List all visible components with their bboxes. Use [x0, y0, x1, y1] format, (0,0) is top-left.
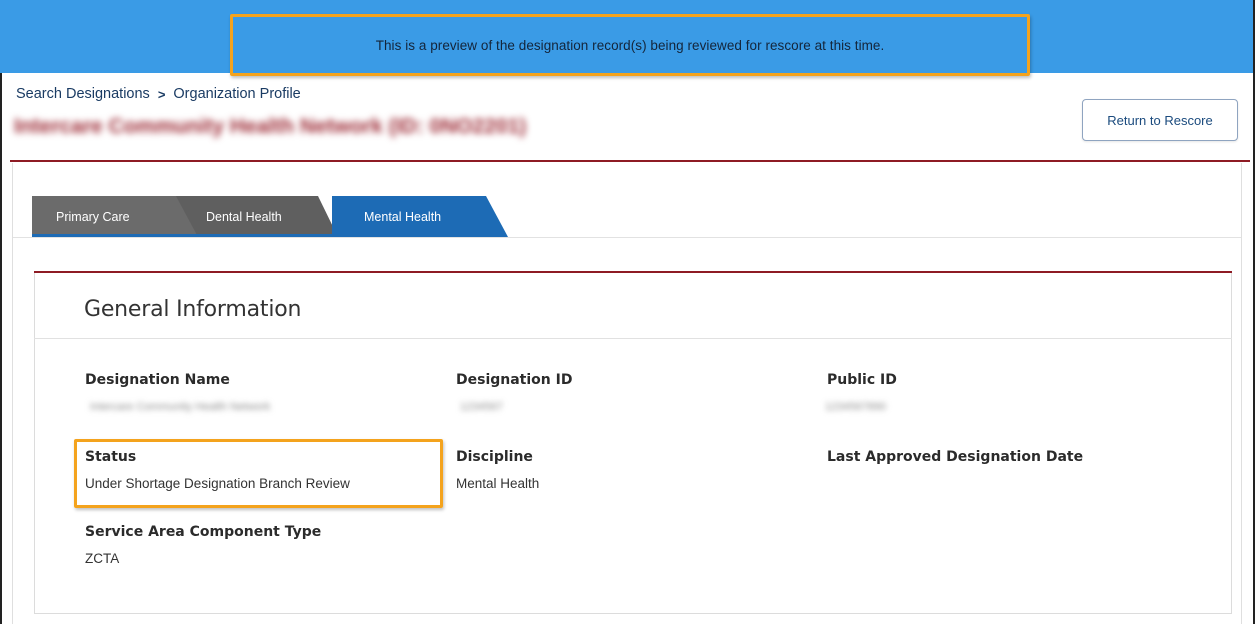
public-id-value: 1234567890	[825, 401, 887, 413]
designation-name-value: Intercare Community Health Network	[90, 401, 271, 413]
panel-title: General Information	[84, 297, 302, 322]
chevron-right-icon: >	[157, 86, 166, 102]
breadcrumb-organization-profile[interactable]: Organization Profile	[173, 86, 300, 102]
status-label: Status	[85, 449, 137, 465]
service-area-type-label: Service Area Component Type	[85, 524, 322, 540]
tab-dental-health[interactable]: Dental Health	[176, 196, 338, 237]
tab-label: Mental Health	[364, 209, 442, 224]
status-value: Under Shortage Designation Branch Review	[85, 476, 350, 491]
tab-label: Dental Health	[206, 209, 282, 224]
panel-header: General Information	[34, 273, 1232, 339]
last-approved-date-label: Last Approved Designation Date	[827, 449, 1084, 465]
organization-title: Intercare Community Health Network (ID: …	[14, 113, 732, 141]
public-id-label: Public ID	[827, 372, 897, 388]
banner-highlight-box: This is a preview of the designation rec…	[230, 14, 1030, 76]
return-to-rescore-button[interactable]: Return to Rescore	[1082, 99, 1238, 141]
tab-divider	[13, 237, 1241, 238]
breadcrumb-search-designations[interactable]: Search Designations	[16, 86, 150, 102]
breadcrumb: Search Designations > Organization Profi…	[16, 86, 301, 102]
service-area-type-value: ZCTA	[85, 551, 120, 566]
designation-id-value: 1234567	[460, 401, 503, 413]
designation-name-label: Designation Name	[85, 372, 230, 388]
discipline-value: Mental Health	[456, 476, 540, 491]
tab-label: Primary Care	[56, 209, 130, 224]
discipline-label: Discipline	[456, 449, 533, 465]
designation-id-label: Designation ID	[456, 372, 573, 388]
header-divider	[10, 160, 1250, 162]
organization-title-text: Intercare Community Health Network (ID: …	[14, 115, 527, 138]
tab-primary-care[interactable]: Primary Care	[32, 196, 200, 237]
tab-mental-health[interactable]: Mental Health	[332, 196, 508, 237]
banner-message: This is a preview of the designation rec…	[375, 38, 885, 53]
